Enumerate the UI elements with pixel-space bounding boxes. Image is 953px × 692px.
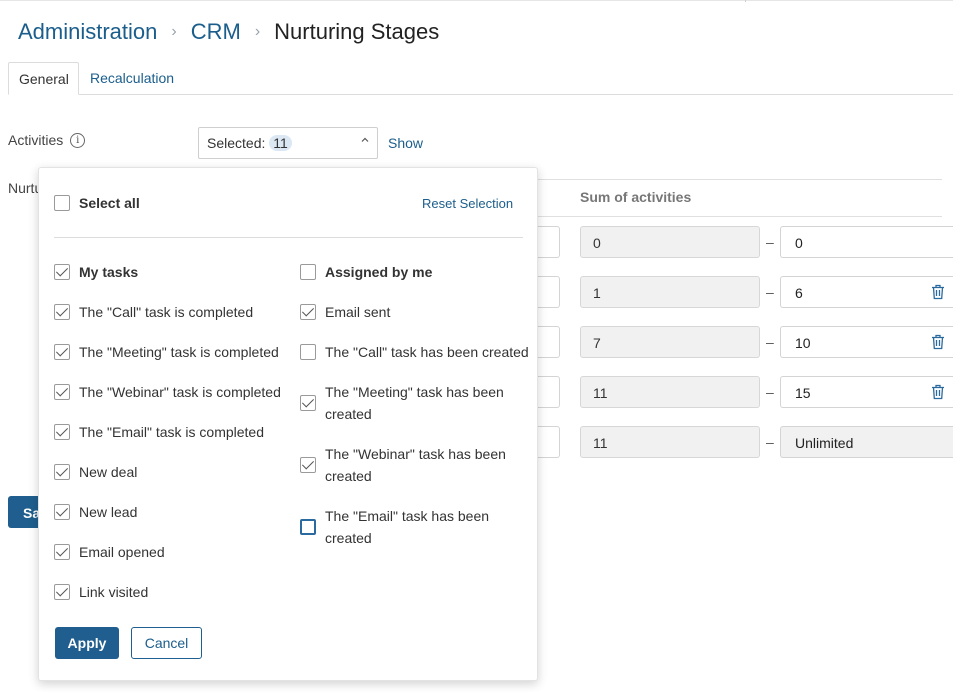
select-all-checkbox[interactable] xyxy=(54,195,70,211)
chevron-up-icon xyxy=(361,137,369,142)
top-border xyxy=(0,0,953,1)
stage-name-input[interactable] xyxy=(538,426,560,458)
option-label[interactable]: The "Webinar" task has been xyxy=(325,443,506,465)
option-label[interactable]: The "Email" task is completed xyxy=(79,421,264,443)
trash-icon[interactable] xyxy=(931,334,945,350)
from-field: 0 xyxy=(580,226,760,258)
range-dash: – xyxy=(766,434,774,450)
option-label[interactable]: My tasks xyxy=(79,261,138,283)
checkbox-meeting-completed[interactable] xyxy=(54,344,70,360)
top-border-tick xyxy=(745,0,746,2)
select-all-label[interactable]: Select all xyxy=(79,192,140,214)
breadcrumb-administration[interactable]: Administration xyxy=(18,19,157,45)
table-divider xyxy=(538,216,942,217)
checkbox-new-deal[interactable] xyxy=(54,464,70,480)
checkbox-call-completed[interactable] xyxy=(54,304,70,320)
option-label-line2[interactable]: created xyxy=(325,403,372,425)
breadcrumb-separator-icon: › xyxy=(254,23,261,40)
option-label-line2[interactable]: created xyxy=(325,527,372,549)
checkbox-new-lead[interactable] xyxy=(54,504,70,520)
table-divider xyxy=(538,179,942,180)
option-label[interactable]: The "Meeting" task is completed xyxy=(79,341,279,363)
checkbox-email-opened[interactable] xyxy=(54,544,70,560)
apply-button[interactable]: Apply xyxy=(55,627,119,659)
from-field: 7 xyxy=(580,326,760,358)
option-label[interactable]: The "Call" task has been created xyxy=(325,341,529,363)
table-row: 1 – 6 xyxy=(538,276,953,308)
select-value: Selected: 11 xyxy=(207,135,292,151)
stage-name-input[interactable] xyxy=(538,376,560,408)
to-field[interactable]: 6 xyxy=(780,276,953,308)
table-row: 11 – 15 xyxy=(538,376,953,408)
checkbox-link-visited[interactable] xyxy=(54,584,70,600)
breadcrumb-crm[interactable]: CRM xyxy=(191,19,241,45)
stage-name-input[interactable] xyxy=(538,276,560,308)
checkbox-call-created[interactable] xyxy=(300,344,316,360)
trash-icon[interactable] xyxy=(931,384,945,400)
option-label[interactable]: The "Webinar" task is completed xyxy=(79,381,281,403)
stage-name-input[interactable] xyxy=(538,226,560,258)
option-label[interactable]: New lead xyxy=(79,501,137,523)
tab-bar: General Recalculation xyxy=(8,62,953,95)
table-row: 7 – 10 xyxy=(538,326,953,358)
to-field: Unlimited xyxy=(780,426,953,458)
activities-label: Activities xyxy=(8,132,64,148)
tab-recalculation[interactable]: Recalculation xyxy=(80,62,184,95)
option-label-line2[interactable]: created xyxy=(325,465,372,487)
option-label[interactable]: The "Call" task is completed xyxy=(79,301,253,323)
checkbox-email-sent[interactable] xyxy=(300,304,316,320)
option-label[interactable]: The "Email" task has been xyxy=(325,505,489,527)
option-label[interactable]: The "Meeting" task has been xyxy=(325,381,504,403)
save-button[interactable]: Sa xyxy=(8,496,38,528)
breadcrumb-separator-icon: › xyxy=(171,23,177,40)
checkbox-my-tasks[interactable] xyxy=(54,264,70,280)
to-field[interactable]: 0 xyxy=(780,226,953,258)
show-link[interactable]: Show xyxy=(388,135,423,151)
checkbox-email-created[interactable] xyxy=(300,519,316,535)
checkbox-webinar-created[interactable] xyxy=(300,457,316,473)
checkbox-webinar-completed[interactable] xyxy=(54,384,70,400)
range-dash: – xyxy=(766,234,774,250)
activities-field: Activities i xyxy=(8,132,86,148)
checkbox-email-completed[interactable] xyxy=(54,424,70,440)
range-dash: – xyxy=(766,284,774,300)
stage-name-input[interactable] xyxy=(538,326,560,358)
selected-count-badge: 11 xyxy=(269,135,292,151)
dropdown-divider xyxy=(54,237,523,238)
breadcrumb: Administration › CRM › Nurturing Stages xyxy=(18,18,439,46)
range-dash: – xyxy=(766,334,774,350)
activities-dropdown: Select all Reset Selection My tasks The … xyxy=(38,167,538,681)
from-field: 11 xyxy=(580,426,760,458)
to-field[interactable]: 10 xyxy=(780,326,953,358)
activities-select[interactable]: Selected: 11 xyxy=(198,127,378,159)
from-field: 1 xyxy=(580,276,760,308)
checkbox-assigned-by-me[interactable] xyxy=(300,264,316,280)
option-label[interactable]: Email sent xyxy=(325,301,390,323)
range-dash: – xyxy=(766,384,774,400)
checkbox-meeting-created[interactable] xyxy=(300,395,316,411)
from-field: 11 xyxy=(580,376,760,408)
reset-selection-link[interactable]: Reset Selection xyxy=(422,196,513,211)
column-header-sum-of-activities: Sum of activities xyxy=(580,189,692,205)
page-title: Nurturing Stages xyxy=(274,19,440,44)
select-prefix: Selected: xyxy=(207,135,270,151)
option-label[interactable]: New deal xyxy=(79,461,137,483)
option-label[interactable]: Link visited xyxy=(79,581,148,603)
trash-icon[interactable] xyxy=(931,284,945,300)
cancel-button[interactable]: Cancel xyxy=(131,627,202,659)
option-label[interactable]: Email opened xyxy=(79,541,165,563)
to-field[interactable]: 15 xyxy=(780,376,953,408)
table-row: 0 – 0 xyxy=(538,226,953,258)
table-row: 11 – Unlimited xyxy=(538,426,953,458)
info-icon[interactable]: i xyxy=(70,132,86,148)
option-label[interactable]: Assigned by me xyxy=(325,261,432,283)
tab-general[interactable]: General xyxy=(8,62,79,95)
